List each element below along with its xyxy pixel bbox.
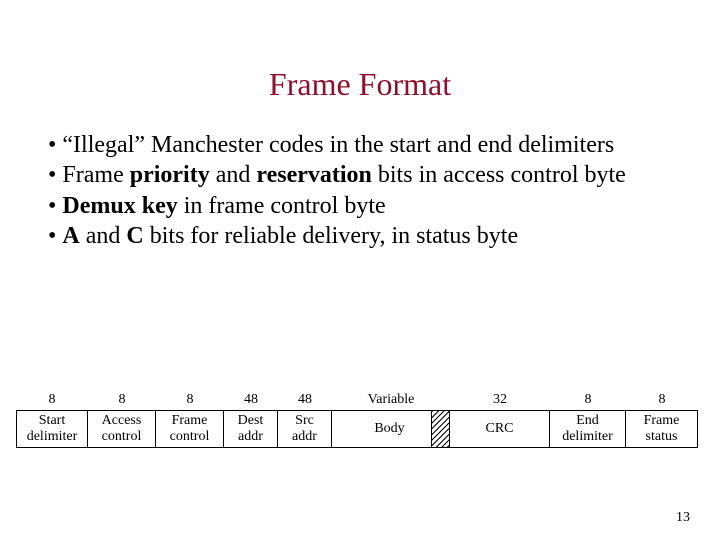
bullet-text: Frame xyxy=(62,162,129,188)
field-size: 8 xyxy=(626,390,698,410)
bullet-text: “Illegal” Manchester codes in the start … xyxy=(62,132,614,158)
field-size: 8 xyxy=(88,390,156,410)
bullet-text: and xyxy=(210,162,257,188)
field-size: 8 xyxy=(16,390,88,410)
page-title: Frame Format xyxy=(34,66,686,103)
field-label: Frame control xyxy=(156,410,224,448)
field-label: Frame status xyxy=(626,410,698,448)
bullet-text: in frame control byte xyxy=(178,193,386,219)
bullet-bold: C xyxy=(126,223,143,249)
bullet-bold: Demux key xyxy=(62,193,177,219)
field-label: Access control xyxy=(88,410,156,448)
bullet-text: and xyxy=(80,223,127,249)
field-size: 32 xyxy=(450,390,550,410)
field-label: Body xyxy=(374,421,406,437)
bullet-item: “Illegal” Manchester codes in the start … xyxy=(48,131,686,159)
field-label: CRC xyxy=(450,410,550,448)
bullet-text: bits in access control byte xyxy=(372,162,626,188)
variable-hatch-icon xyxy=(431,411,449,447)
bullet-item: Frame priority and reservation bits in a… xyxy=(48,161,686,189)
page-number: 13 xyxy=(676,510,690,526)
bullet-bold: A xyxy=(62,223,79,249)
field-label: Src addr xyxy=(278,410,332,448)
frame-format-diagram: 8 8 8 48 48 Variable 32 8 8 Start delimi… xyxy=(16,390,704,448)
bullet-bold: priority xyxy=(130,162,210,188)
field-label: Start delimiter xyxy=(16,410,88,448)
field-size: 8 xyxy=(550,390,626,410)
bullet-item: A and C bits for reliable delivery, in s… xyxy=(48,222,686,250)
field-sizes-row: 8 8 8 48 48 Variable 32 8 8 xyxy=(16,390,704,410)
field-label: Dest addr xyxy=(224,410,278,448)
field-size: 8 xyxy=(156,390,224,410)
field-label: End delimiter xyxy=(550,410,626,448)
field-size: Variable xyxy=(332,390,450,410)
field-size: 48 xyxy=(224,390,278,410)
bullet-text: bits for reliable delivery, in status by… xyxy=(144,223,518,249)
bullet-list: “Illegal” Manchester codes in the start … xyxy=(34,131,686,250)
field-size: 48 xyxy=(278,390,332,410)
field-labels-row: Start delimiter Access control Frame con… xyxy=(16,410,704,448)
bullet-item: Demux key in frame control byte xyxy=(48,192,686,220)
bullet-bold: reservation xyxy=(256,162,372,188)
field-label-body: Body xyxy=(332,410,450,448)
